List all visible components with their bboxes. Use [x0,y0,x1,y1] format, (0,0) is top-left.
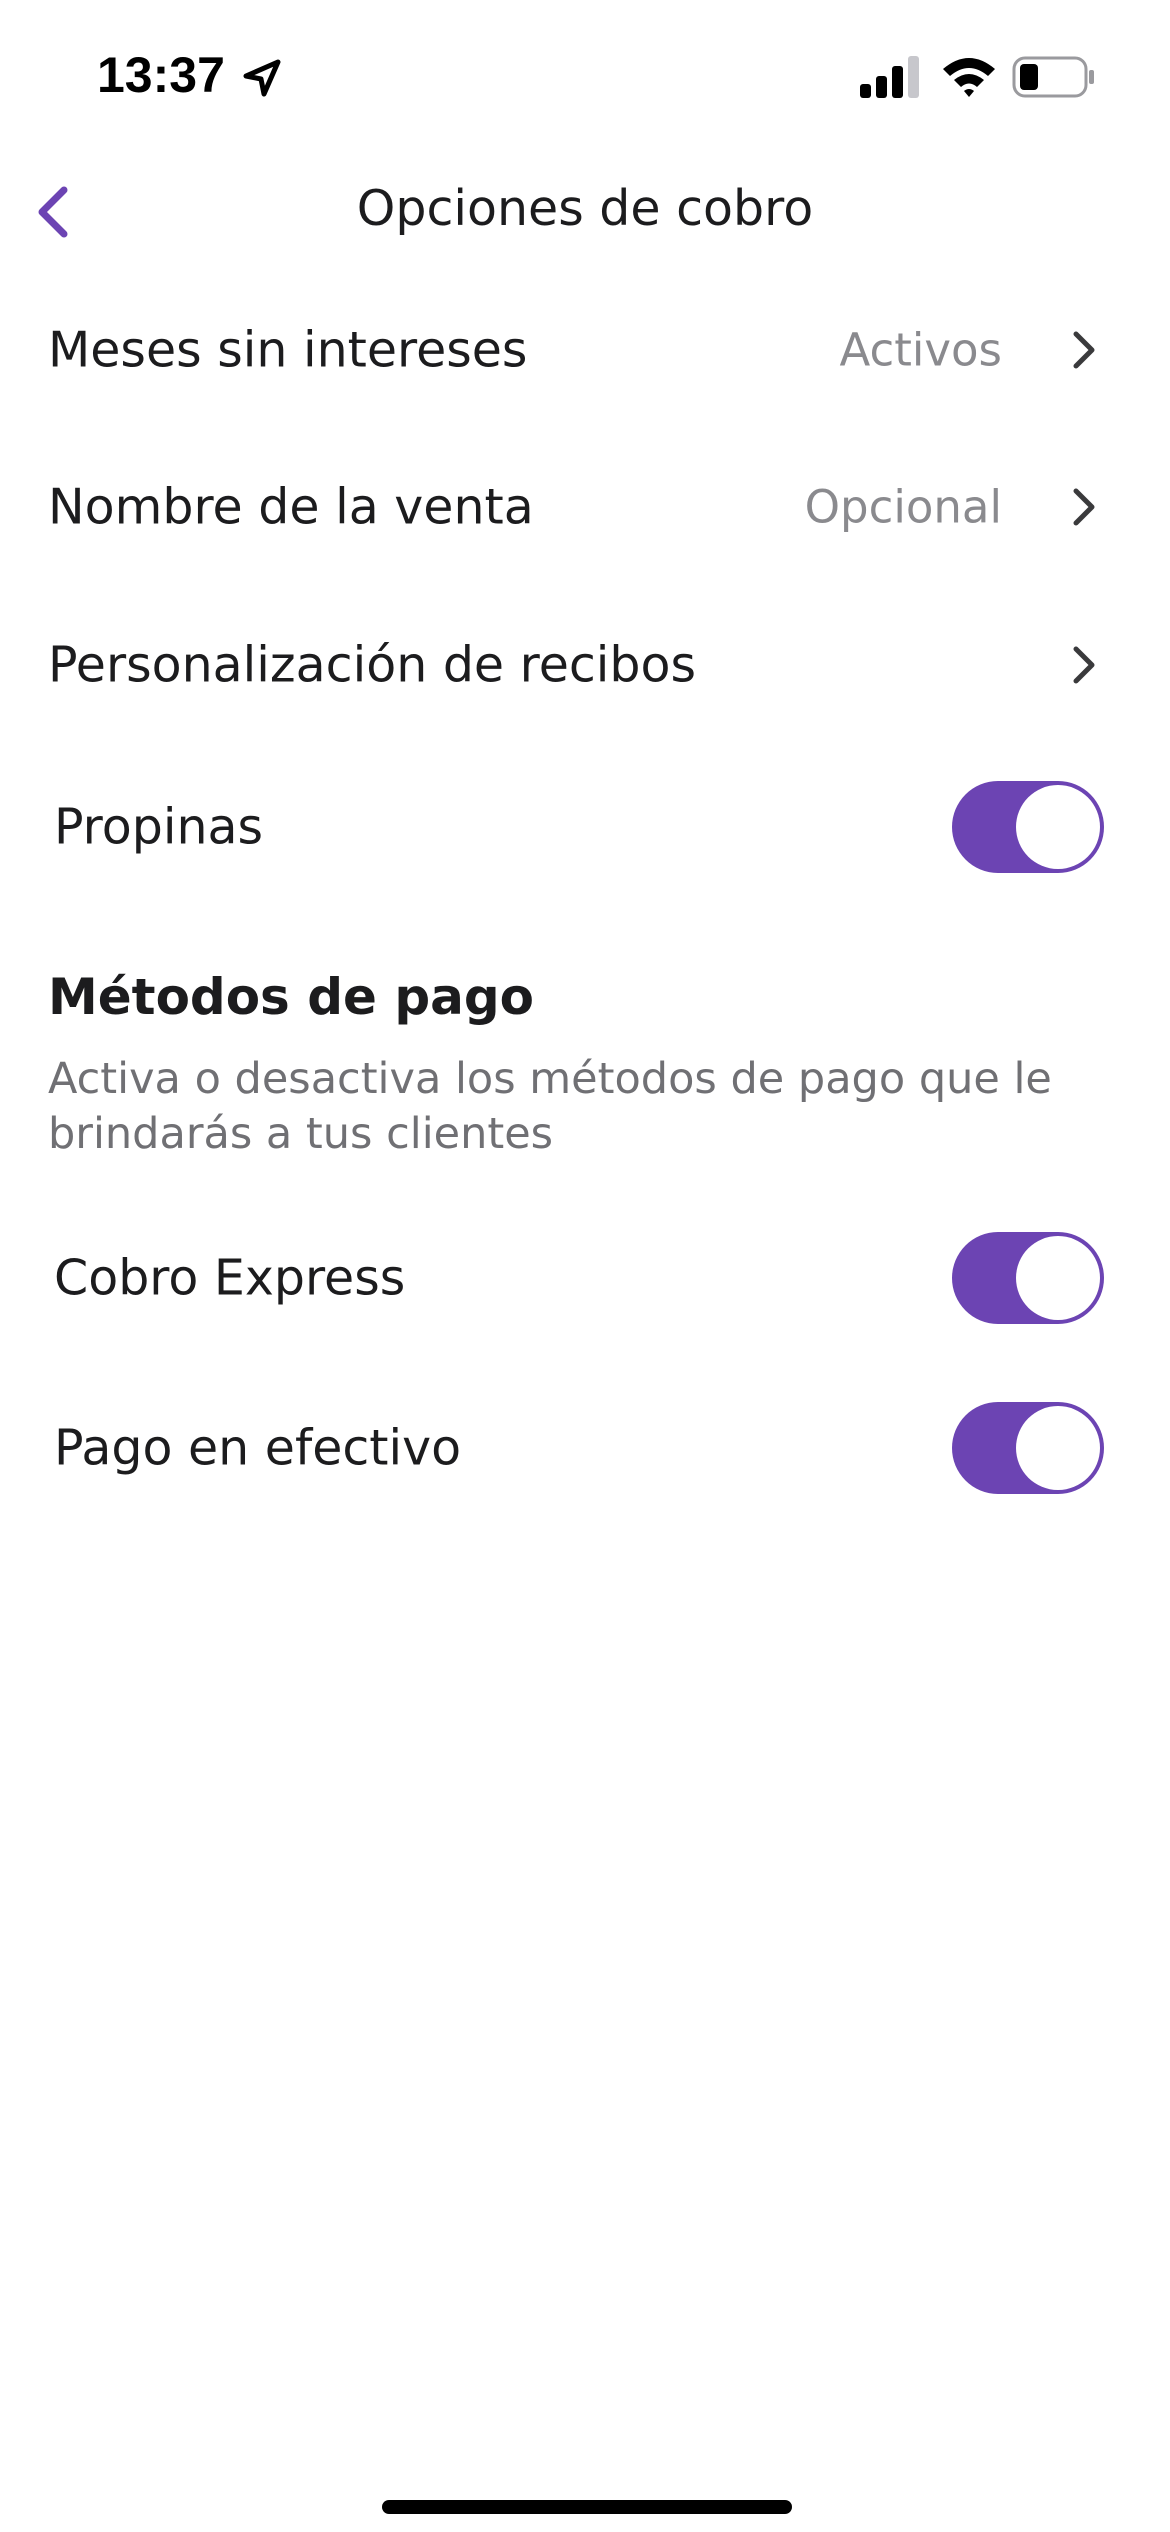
row-label: Personalización de recibos [48,636,697,694]
status-time: 13:37 [97,47,225,103]
toggle-knob [1016,785,1100,869]
section-title: Métodos de pago [48,968,535,1026]
row-label: Cobro Express [54,1249,406,1307]
row-value: Opcional [804,480,1002,534]
chevron-right-icon [1070,328,1100,372]
wifi-icon [940,54,998,98]
status-bar: 13:37 [0,0,1170,150]
section-description: Activa o desactiva los métodos de pago q… [48,1054,1052,1159]
row-nombre-de-la-venta[interactable]: Nombre de la venta Opcional [0,432,1170,582]
row-value: Activos [839,323,1003,377]
signal-icon [858,56,922,98]
toggle-knob [1016,1406,1100,1490]
row-label: Meses sin intereses [48,321,528,379]
row-label: Propinas [54,798,264,856]
navigation-bar: Opciones de cobro [0,150,1170,270]
pago-en-efectivo-toggle[interactable] [952,1402,1104,1494]
battery-icon [1012,56,1096,98]
page-title: Opciones de cobro [356,180,814,237]
row-label: Pago en efectivo [54,1419,462,1477]
row-pago-en-efectivo: Pago en efectivo [0,1373,1170,1523]
chevron-right-icon [1070,643,1100,687]
propinas-toggle[interactable] [952,781,1104,873]
location-arrow-icon [240,56,284,100]
home-indicator[interactable] [382,2500,792,2514]
row-meses-sin-intereses[interactable]: Meses sin intereses Activos [0,275,1170,425]
toggle-knob [1016,1236,1100,1320]
row-label: Nombre de la venta [48,478,534,536]
cobro-express-toggle[interactable] [952,1232,1104,1324]
row-cobro-express: Cobro Express [0,1203,1170,1353]
chevron-right-icon [1070,485,1100,529]
row-personalizacion-de-recibos[interactable]: Personalización de recibos [0,590,1170,740]
row-propinas: Propinas [0,752,1170,902]
